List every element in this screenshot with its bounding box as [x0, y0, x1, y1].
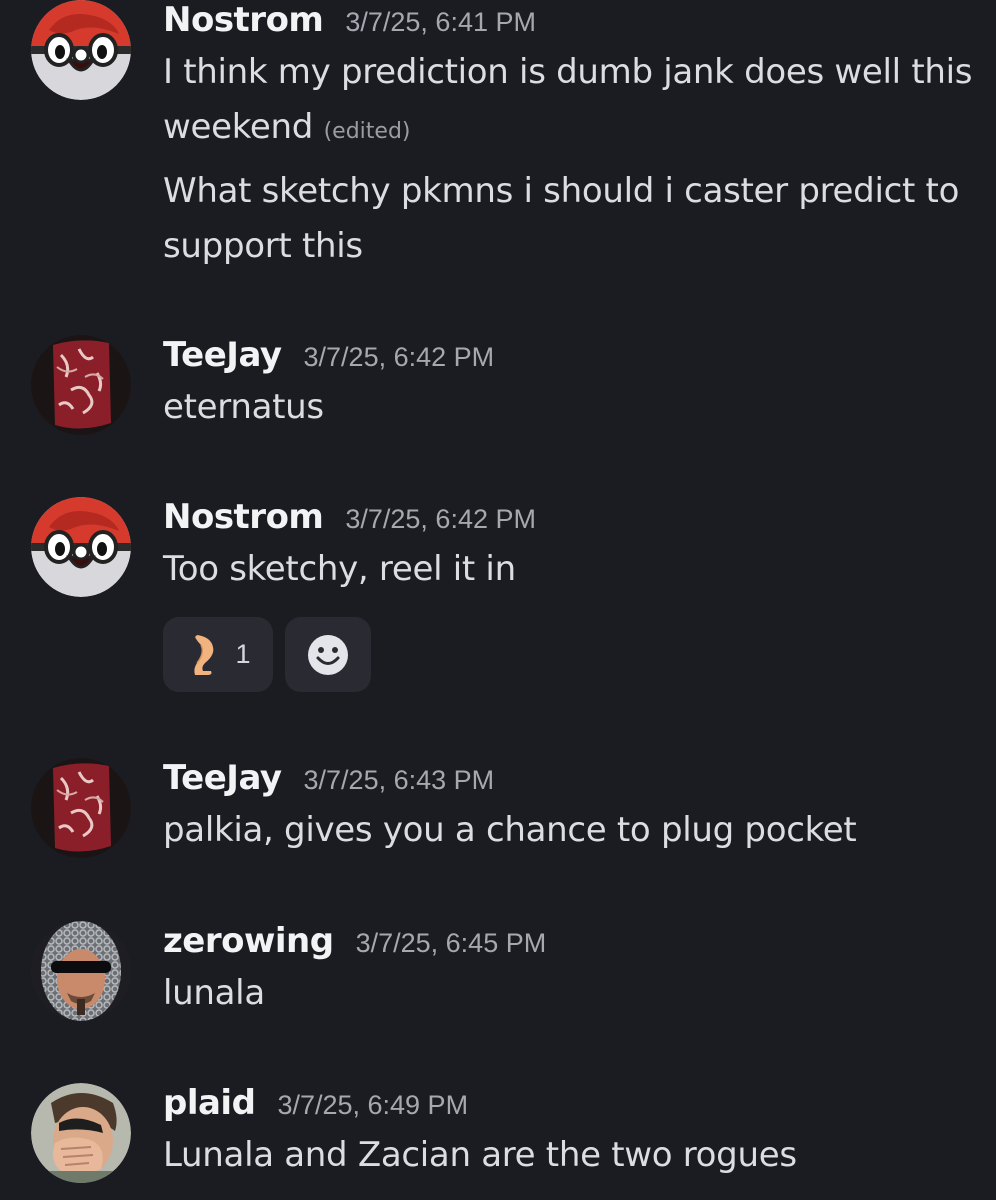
message-header: TeeJay 3/7/25, 6:43 PM — [163, 758, 494, 798]
author-name[interactable]: Nostrom — [163, 497, 324, 537]
reaction-count: 1 — [235, 639, 251, 669]
avatar[interactable] — [31, 921, 131, 1021]
reaction-leg[interactable]: 1 — [163, 617, 273, 692]
timestamp: 3/7/25, 6:43 PM — [303, 765, 495, 795]
avatar[interactable] — [31, 335, 131, 435]
message-header: TeeJay 3/7/25, 6:42 PM — [163, 335, 494, 375]
pokeball-mascot-icon — [31, 497, 131, 597]
message-line: weekend (edited) — [163, 100, 993, 159]
facepalm-photo-icon — [31, 1083, 131, 1183]
timestamp: 3/7/25, 6:42 PM — [303, 342, 495, 372]
author-name[interactable]: TeeJay — [163, 335, 282, 375]
pokeball-mascot-icon — [31, 0, 131, 100]
avatar[interactable] — [31, 0, 131, 100]
avatar[interactable] — [31, 497, 131, 597]
avatar[interactable] — [31, 1083, 131, 1183]
author-name[interactable]: zerowing — [163, 921, 334, 961]
message-text: What sketchy pkmns i should i caster pre… — [163, 164, 993, 274]
add-reaction-button[interactable] — [285, 617, 371, 692]
message-header: plaid 3/7/25, 6:49 PM — [163, 1083, 468, 1123]
timestamp: 3/7/25, 6:42 PM — [345, 504, 536, 534]
steak-icon — [31, 335, 131, 435]
smiley-icon — [308, 634, 348, 675]
message-text: palkia, gives you a chance to plug pocke… — [163, 810, 857, 850]
message-line: support this — [163, 226, 363, 266]
message-header: zerowing 3/7/25, 6:45 PM — [163, 921, 546, 961]
message-text: eternatus — [163, 387, 324, 427]
author-name[interactable]: plaid — [163, 1083, 256, 1123]
leg-emoji-icon — [194, 634, 214, 675]
author-name[interactable]: TeeJay — [163, 758, 282, 798]
edited-label: (edited) — [323, 119, 411, 144]
message-line-text: weekend — [163, 107, 314, 147]
reactions-bar: 1 — [163, 617, 371, 692]
message-header: Nostrom 3/7/25, 6:42 PM — [163, 497, 536, 537]
avatar[interactable] — [31, 758, 131, 858]
message-text: I think my prediction is dumb jank does … — [163, 45, 993, 159]
timestamp: 3/7/25, 6:45 PM — [355, 928, 547, 958]
message-line: I think my prediction is dumb jank does … — [163, 52, 973, 92]
timestamp: 3/7/25, 6:41 PM — [345, 7, 536, 37]
chainmail-man-icon — [31, 921, 131, 1021]
timestamp: 3/7/25, 6:49 PM — [277, 1090, 469, 1120]
steak-icon — [31, 758, 131, 858]
author-name[interactable]: Nostrom — [163, 0, 324, 40]
message-text: lunala — [163, 973, 265, 1013]
message-text: Lunala and Zacian are the two rogues — [163, 1135, 797, 1175]
message-text: Too sketchy, reel it in — [163, 549, 516, 589]
message-line: What sketchy pkmns i should i caster pre… — [163, 171, 960, 211]
message-header: Nostrom 3/7/25, 6:41 PM — [163, 0, 536, 40]
